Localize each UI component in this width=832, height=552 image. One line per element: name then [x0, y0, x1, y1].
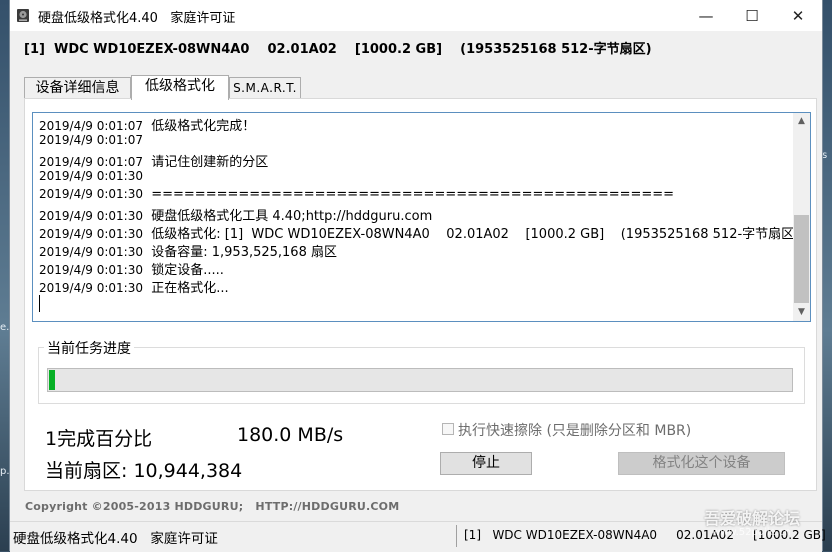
transfer-speed: 180.0 MB/s	[237, 424, 344, 446]
minimize-icon: —	[698, 6, 714, 25]
log-message: 设备容量: 1,953,525,168 扇区	[151, 245, 337, 260]
close-icon: ✕	[791, 6, 805, 25]
log-line: 2019/4/9 0:01:07 低级格式化完成！	[39, 115, 255, 134]
desktop-icon-label: e.	[0, 322, 10, 333]
log-line: 2019/4/9 0:01:30 =======================…	[39, 187, 674, 202]
log-timestamp: 2019/4/9 0:01:07	[39, 119, 143, 133]
log-scrollbar[interactable]: ▲ ▼	[793, 113, 810, 321]
text-caret	[39, 295, 40, 312]
log-message: 锁定设备.....	[151, 263, 224, 278]
log-timestamp: 2019/4/9 0:01:30	[39, 245, 143, 259]
current-sector: 当前扇区: 10,944,384	[45, 460, 243, 482]
log-line: 2019/4/9 0:01:07 请记住创建新的分区	[39, 151, 268, 170]
watermark-text: 吾爱破解论坛	[704, 509, 801, 528]
log-message: 低级格式化完成！	[151, 119, 256, 134]
progress-group-label: 当前任务进度	[44, 338, 134, 358]
log-timestamp: 2019/4/9 0:01:30	[39, 281, 143, 295]
log-timestamp: 2019/4/9 0:01:30	[39, 263, 143, 277]
log-line: 2019/4/9 0:01:30 硬盘低级格式化工具 4.40;http://h…	[39, 205, 432, 224]
quick-wipe-checkbox[interactable]	[442, 423, 454, 435]
log-timestamp: 2019/4/9 0:01:30	[39, 209, 143, 223]
tab-smart[interactable]: S.M.A.R.T.	[229, 77, 301, 99]
log-message: 正在格式化...	[151, 281, 229, 296]
maximize-icon: ☐	[745, 6, 759, 25]
status-bar: 硬盘低级格式化4.40 家庭许可证 [1] WDC WD10EZEX-08WN4…	[10, 521, 826, 552]
tab-device-details[interactable]: 设备详细信息	[24, 77, 131, 99]
status-divider	[456, 525, 457, 547]
quick-wipe-label[interactable]: 执行快速擦除 (只是删除分区和 MBR)	[458, 420, 691, 440]
tab-low-level-format[interactable]: 低级格式化	[131, 75, 229, 100]
maximize-button[interactable]: ☐	[729, 0, 775, 31]
progress-bar-fill	[49, 370, 55, 390]
status-app-name: 硬盘低级格式化4.40 家庭许可证	[13, 531, 218, 547]
log-textarea[interactable]: 2019/4/9 0:01:07 低级格式化完成！ 2019/4/9 0:01:0…	[32, 112, 811, 322]
stop-button[interactable]: 停止	[440, 452, 532, 475]
log-message: 硬盘低级格式化工具 4.40;http://hddguru.com	[151, 209, 433, 224]
scroll-down-icon[interactable]: ▼	[793, 304, 810, 321]
copyright-text: Copyright ©2005-2013 HDDGURU; HTTP://HDD…	[25, 500, 400, 513]
log-timestamp: 2019/4/9 0:01:07	[39, 155, 143, 169]
log-timestamp: 2019/4/9 0:01:30	[39, 169, 143, 183]
log-message: 请记住创建新的分区	[151, 155, 269, 170]
device-info: [1] WDC WD10EZEX-08WN4A0 02.01A02 [1000.…	[24, 42, 652, 57]
minimize-button[interactable]: —	[683, 0, 729, 31]
log-timestamp: 2019/4/9 0:01:30	[39, 187, 143, 201]
log-timestamp: 2019/4/9 0:01:07	[39, 133, 143, 147]
log-timestamp: 2019/4/9 0:01:30	[39, 227, 143, 241]
scroll-up-icon[interactable]: ▲	[793, 113, 810, 130]
log-line: 2019/4/9 0:01:30 设备容量: 1,953,525,168 扇区	[39, 241, 337, 260]
hard-drive-icon	[17, 9, 29, 22]
progress-bar	[47, 368, 793, 392]
log-line: 2019/4/9 0:01:30 锁定设备.....	[39, 259, 224, 278]
watermark-url: www.52pojie.cn	[712, 527, 791, 538]
scrollbar-thumb[interactable]	[794, 215, 809, 303]
window-title: 硬盘低级格式化4.40 家庭许可证	[38, 11, 236, 26]
log-line: 2019/4/9 0:01:07	[39, 133, 151, 148]
app-window: 硬盘低级格式化4.40 家庭许可证 — ☐ ✕ [1] WDC WD10EZEX…	[9, 0, 826, 552]
format-device-button[interactable]: 格式化这个设备	[618, 452, 785, 475]
log-line: 2019/4/9 0:01:30	[39, 169, 151, 184]
title-bar[interactable]: 硬盘低级格式化4.40 家庭许可证 — ☐ ✕	[10, 0, 822, 31]
log-message: ========================================…	[151, 187, 675, 202]
log-line: 2019/4/9 0:01:30 低级格式化: [1] WDC WD10EZEX…	[39, 223, 799, 242]
log-message: 低级格式化: [1] WDC WD10EZEX-08WN4A0 02.01A02…	[151, 227, 800, 242]
log-line: 2019/4/9 0:01:30 正在格式化...	[39, 277, 229, 296]
percent-complete: 1完成百分比	[45, 428, 153, 450]
close-button[interactable]: ✕	[775, 0, 821, 31]
